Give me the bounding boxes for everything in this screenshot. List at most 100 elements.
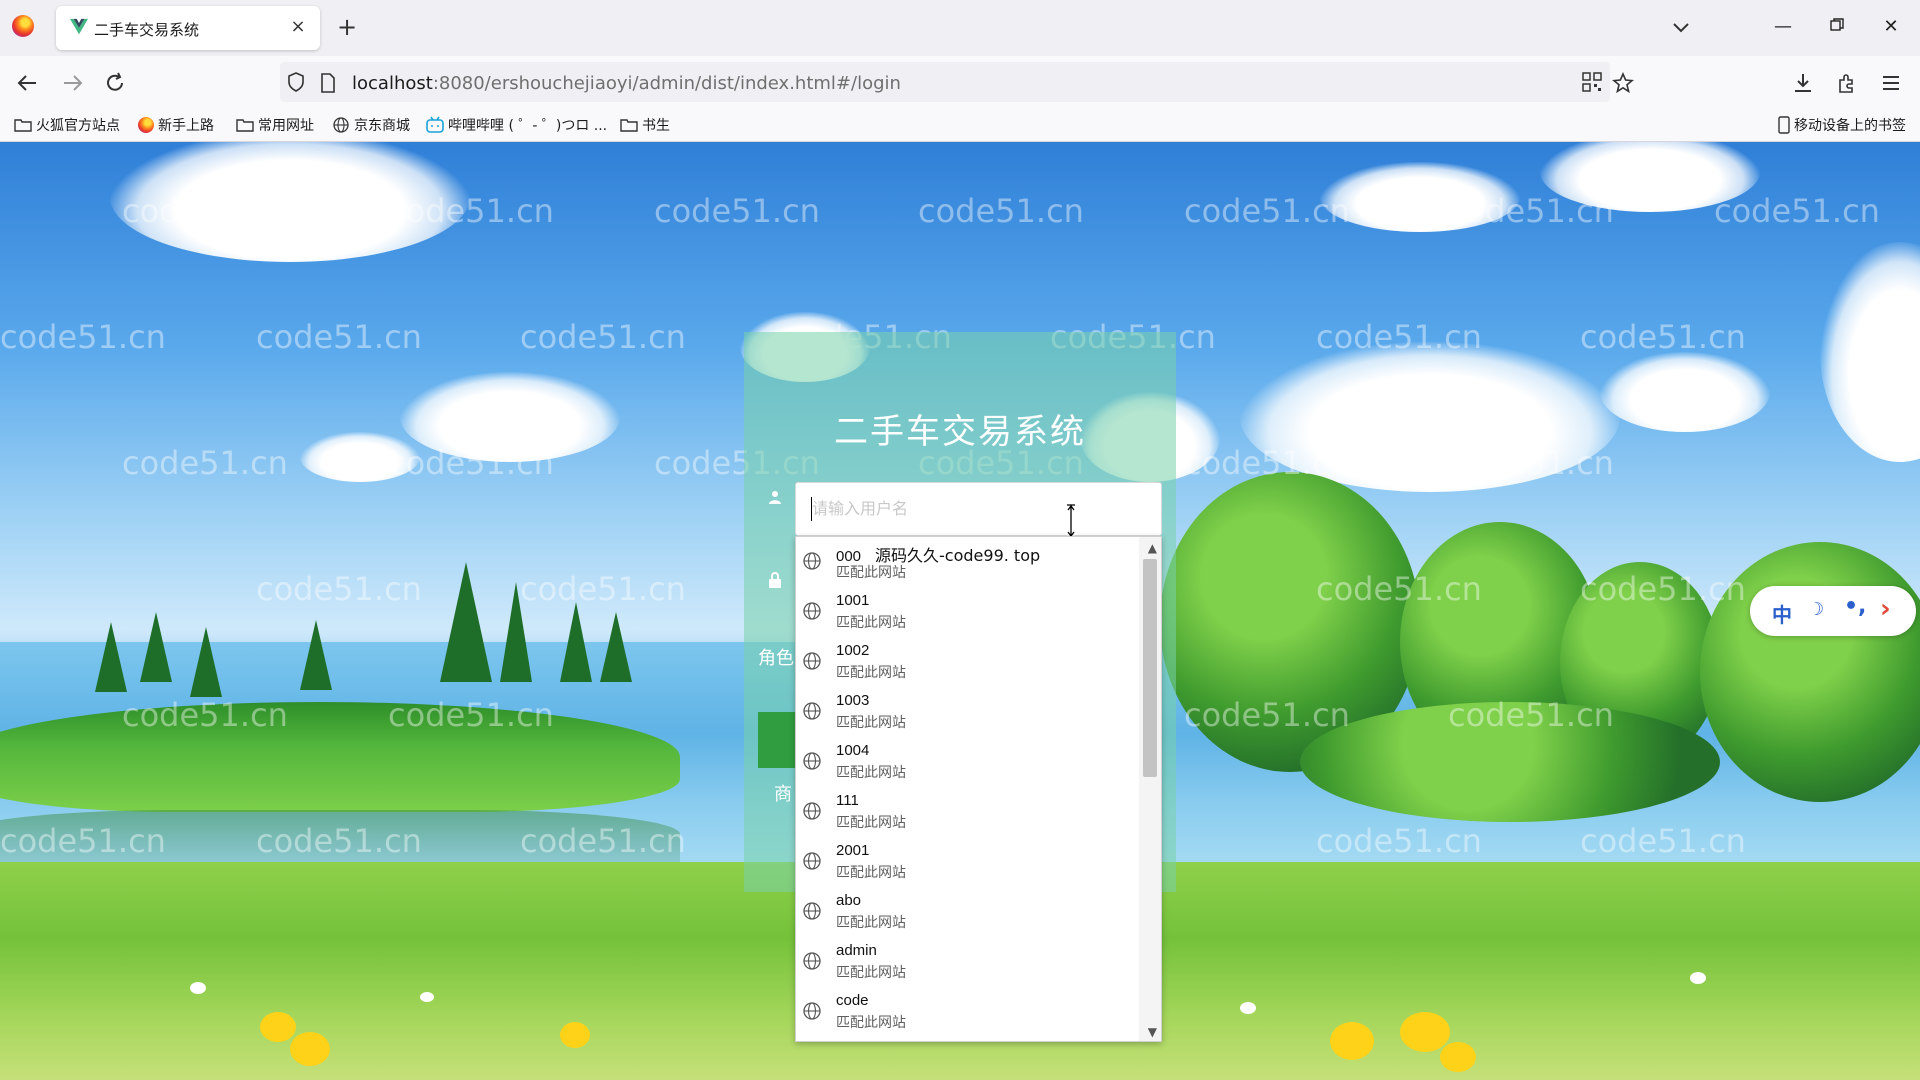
- cloud: [400, 372, 620, 462]
- reload-icon[interactable]: [98, 66, 132, 100]
- role-label: 角色: [758, 648, 794, 669]
- close-tab-icon[interactable]: ×: [286, 15, 310, 39]
- folder-icon: [620, 119, 638, 132]
- globe-icon: [803, 902, 821, 920]
- watermark: code51.cn: [1580, 318, 1746, 356]
- watermark: code51.cn: [918, 192, 1084, 230]
- bookmark-bilibili[interactable]: 哔哩哔哩 ( ゜- ゜)つロ ...: [426, 114, 607, 136]
- download-icon[interactable]: [1786, 66, 1820, 100]
- globe-icon: [803, 702, 821, 720]
- menu-icon[interactable]: [1874, 66, 1908, 100]
- globe-icon: [333, 117, 349, 133]
- tree: [300, 620, 332, 690]
- bookmark-shusheng[interactable]: 书生: [620, 114, 670, 136]
- watermark: code51.cn: [256, 570, 422, 608]
- autocomplete-item[interactable]: abo 匹配此网站: [796, 887, 1141, 937]
- autocomplete-item[interactable]: 000 源码久久-code99. top 匹配此网站: [796, 537, 1141, 587]
- chevron-right-icon[interactable]: ›: [1880, 594, 1891, 624]
- username-input[interactable]: [812, 495, 1142, 525]
- autocomplete-item[interactable]: 111 匹配此网站: [796, 787, 1141, 837]
- tree: [190, 627, 222, 697]
- user-icon: [768, 490, 782, 508]
- flower: [1330, 1022, 1374, 1060]
- tree: [440, 562, 492, 682]
- bookmark-getting-started[interactable]: 新手上路: [138, 114, 214, 136]
- username-field[interactable]: [795, 482, 1162, 536]
- autocomplete-item[interactable]: 2001 匹配此网站: [796, 837, 1141, 887]
- bookmark-firefox-official[interactable]: 火狐官方站点: [14, 114, 120, 136]
- qr-code-icon[interactable]: [1582, 72, 1602, 92]
- chevron-down-icon[interactable]: [1668, 14, 1694, 40]
- flower: [290, 1032, 330, 1066]
- globe-icon: [803, 602, 821, 620]
- chinese-language-icon[interactable]: 中: [1772, 599, 1792, 628]
- back-arrow-icon[interactable]: [10, 66, 44, 100]
- globe-icon: [803, 752, 821, 770]
- globe-icon: [803, 652, 821, 670]
- tree: [500, 582, 532, 682]
- cloud: [300, 432, 420, 482]
- autocomplete-item[interactable]: code 匹配此网站: [796, 987, 1141, 1037]
- minimize-icon[interactable]: —: [1768, 12, 1798, 42]
- flower: [560, 1022, 590, 1048]
- bookmark-common-urls[interactable]: 常用网址: [236, 114, 314, 136]
- flower: [1690, 972, 1706, 984]
- autocomplete-item[interactable]: admin 匹配此网站: [796, 937, 1141, 987]
- tree: [95, 622, 127, 692]
- globe-icon: [803, 952, 821, 970]
- autocomplete-item[interactable]: 1001 匹配此网站: [796, 587, 1141, 637]
- firefox-logo-icon[interactable]: [12, 15, 34, 37]
- watermark: code51.cn: [520, 570, 686, 608]
- punctuation-icon[interactable]: •,: [1844, 594, 1866, 619]
- tree: [140, 612, 172, 682]
- firefox-icon: [138, 117, 154, 133]
- address-bar[interactable]: localhost:8080/ershouchejiaoyi/admin/dis…: [280, 62, 1610, 102]
- scroll-down-icon[interactable]: ▼: [1148, 1025, 1157, 1039]
- url-text[interactable]: localhost:8080/ershouchejiaoyi/admin/dis…: [352, 73, 901, 94]
- flower: [260, 1012, 296, 1042]
- shield-icon[interactable]: [286, 72, 306, 92]
- autocomplete-item[interactable]: 1002 匹配此网站: [796, 637, 1141, 687]
- extensions-icon[interactable]: [1830, 66, 1864, 100]
- bookmark-star-icon[interactable]: [1606, 66, 1640, 100]
- mobile-bookmarks[interactable]: 移动设备上的书签: [1778, 114, 1906, 136]
- scroll-up-icon[interactable]: ▲: [1148, 541, 1157, 555]
- vue-logo-icon: [70, 18, 88, 35]
- island: [0, 702, 680, 812]
- cloud: [110, 142, 470, 262]
- cloud: [1320, 162, 1520, 232]
- lock-icon: [769, 572, 781, 588]
- bookmarks-toolbar: 火狐官方站点 新手上路 常用网址 京东商城 哔哩哔哩 ( ゜- ゜)つロ ...…: [0, 108, 1920, 142]
- flower: [420, 992, 434, 1002]
- moon-icon[interactable]: ☽: [1808, 599, 1824, 620]
- restore-icon[interactable]: [1822, 12, 1852, 42]
- new-tab-button[interactable]: +: [332, 12, 362, 42]
- text-cursor-icon: [1067, 504, 1075, 538]
- bookmark-jd-mall[interactable]: 京东商城: [332, 114, 410, 136]
- globe-icon: [803, 852, 821, 870]
- autocomplete-item[interactable]: 1003 匹配此网站: [796, 687, 1141, 737]
- watermark: code51.cn: [520, 318, 686, 356]
- tab-title: 二手车交易系统: [94, 21, 200, 39]
- text-caret: [811, 497, 812, 521]
- translation-widget[interactable]: 中 ☽ •, ›: [1750, 586, 1916, 636]
- folder-icon: [236, 119, 254, 132]
- cloud: [1820, 242, 1920, 462]
- flower: [190, 982, 206, 994]
- browser-tab[interactable]: 二手车交易系统 ×: [56, 6, 320, 50]
- login-button[interactable]: [758, 712, 798, 768]
- bilibili-icon: [426, 116, 444, 133]
- autocomplete-item[interactable]: 1004 匹配此网站: [796, 737, 1141, 787]
- watermark: code51.cn: [1714, 192, 1880, 230]
- watermark: code51.cn: [654, 192, 820, 230]
- page-icon[interactable]: [320, 73, 336, 93]
- flower: [1240, 1002, 1256, 1014]
- forward-arrow-icon[interactable]: [56, 66, 90, 100]
- window-close-icon[interactable]: ✕: [1876, 12, 1906, 42]
- flower: [1440, 1042, 1476, 1072]
- browser-tab-bar: 二手车交易系统 × + — ✕: [0, 0, 1920, 56]
- scrollbar-thumb[interactable]: [1143, 559, 1157, 777]
- dropdown-scrollbar[interactable]: ▲ ▼: [1139, 537, 1161, 1041]
- page-title: 二手车交易系统: [834, 412, 1086, 452]
- merchant-register-link[interactable]: 商: [774, 780, 792, 806]
